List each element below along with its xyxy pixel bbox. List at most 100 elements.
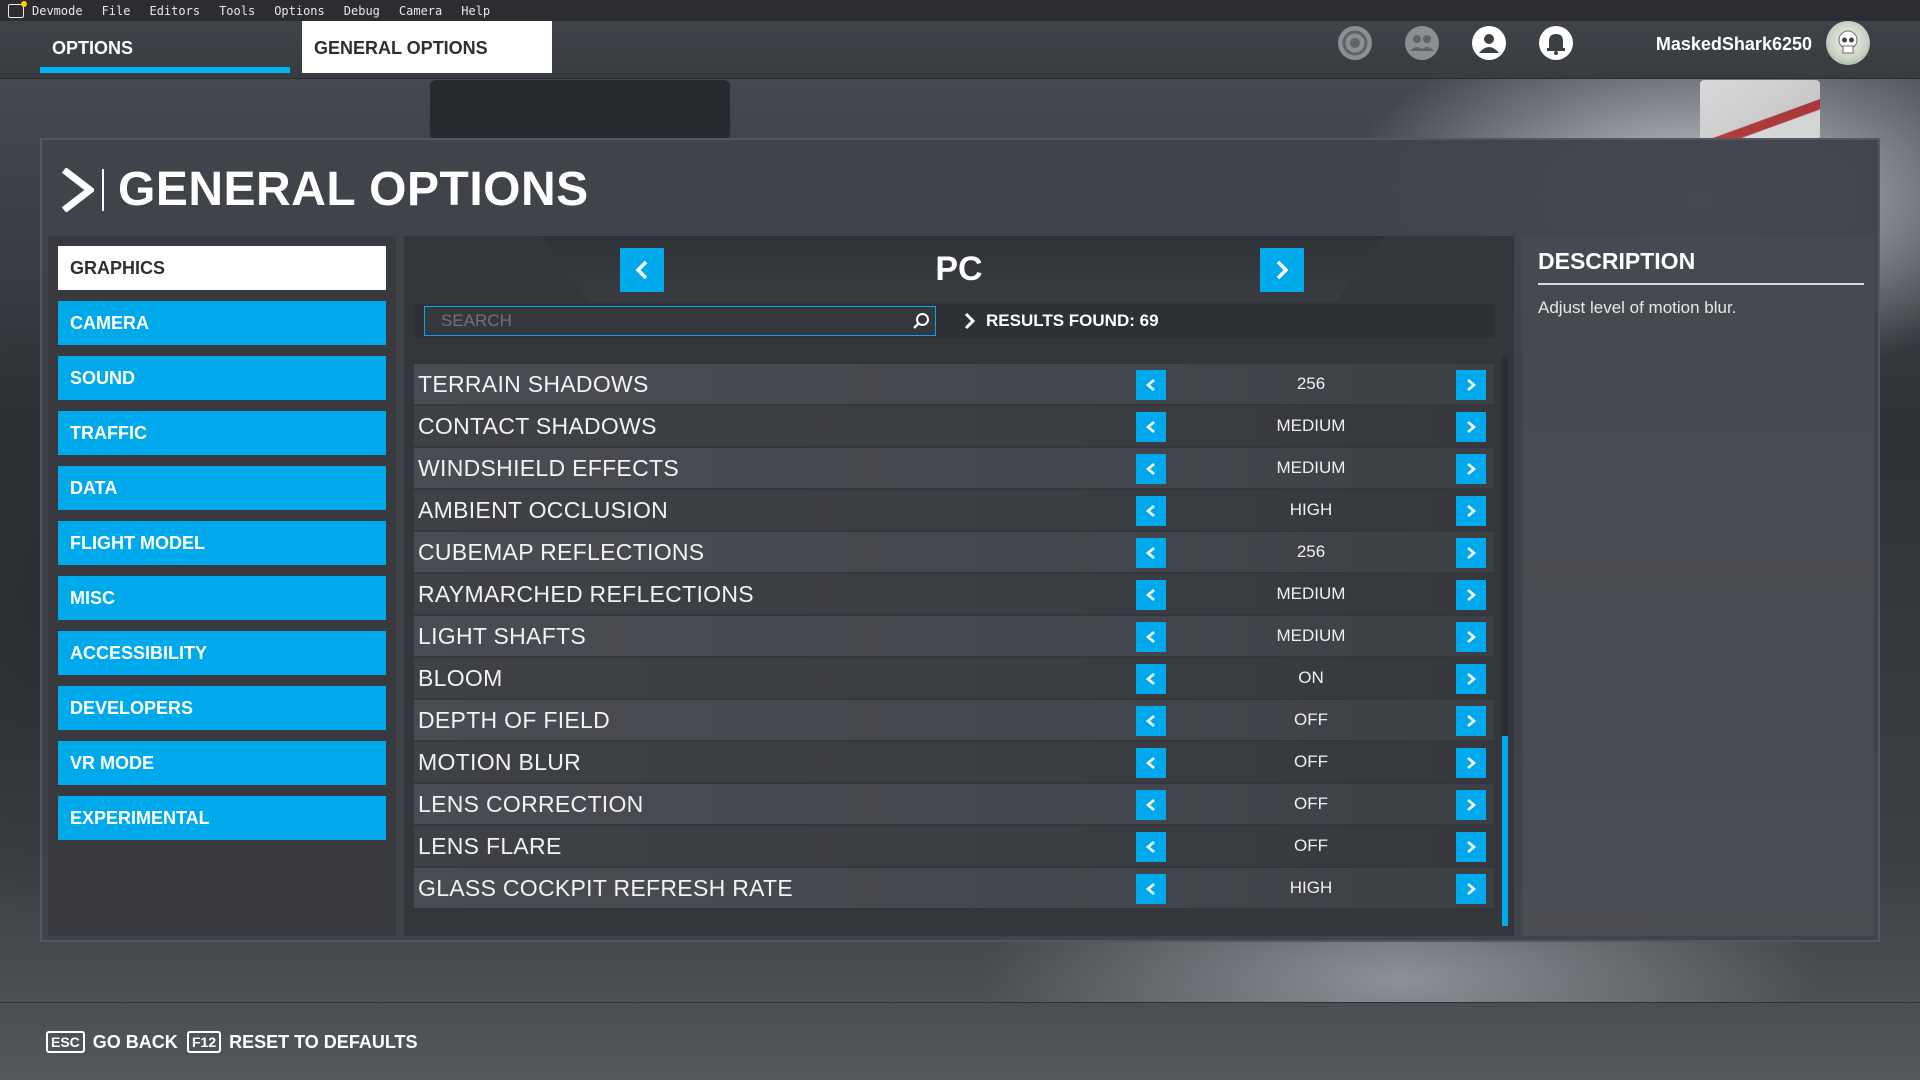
setting-label: BLOOM — [418, 665, 503, 691]
setting-decrease-button[interactable] — [1136, 496, 1166, 526]
setting-row[interactable]: TERRAIN SHADOWS 256 — [414, 364, 1494, 404]
setting-row[interactable]: MOTION BLUR OFF — [414, 742, 1494, 782]
reset-defaults-label: RESET TO DEFAULTS — [229, 1031, 418, 1052]
devmode-icon[interactable] — [8, 0, 27, 18]
setting-increase-button[interactable] — [1456, 622, 1486, 652]
chevron-right-icon — [1467, 505, 1477, 517]
setting-row[interactable]: LENS FLARE OFF — [414, 826, 1494, 866]
avatar[interactable] — [1826, 21, 1870, 65]
chevron-right-icon — [1467, 463, 1477, 475]
chevron-right-icon — [1467, 883, 1477, 895]
chevron-left-icon — [1145, 589, 1155, 601]
settings-scrollbar[interactable] — [1502, 356, 1508, 926]
search-row: RESULTS FOUND: 69 — [414, 304, 1494, 338]
results-count: RESULTS FOUND: 69 — [964, 304, 1159, 338]
menu-help[interactable]: Help — [461, 4, 490, 18]
sidebar-item-accessibility[interactable]: ACCESSIBILITY — [58, 631, 386, 675]
setting-increase-button[interactable] — [1456, 454, 1486, 484]
setting-row[interactable]: LIGHT SHAFTS MEDIUM — [414, 616, 1494, 656]
achievements-icon[interactable] — [1335, 23, 1375, 63]
sidebar-item-experimental[interactable]: EXPERIMENTAL — [58, 796, 386, 840]
setting-decrease-button[interactable] — [1136, 874, 1166, 904]
setting-decrease-button[interactable] — [1136, 706, 1166, 736]
setting-row[interactable]: LENS CORRECTION OFF — [414, 784, 1494, 824]
setting-increase-button[interactable] — [1456, 580, 1486, 610]
go-back-label: GO BACK — [92, 1031, 178, 1052]
title-divider — [102, 169, 104, 211]
sidebar-item-sound[interactable]: SOUND — [58, 356, 386, 400]
chevron-right-icon — [964, 312, 976, 330]
setting-increase-button[interactable] — [1456, 496, 1486, 526]
sidebar-item-data[interactable]: DATA — [58, 466, 386, 510]
sidebar-item-camera[interactable]: CAMERA — [58, 301, 386, 345]
setting-increase-button[interactable] — [1456, 664, 1486, 694]
chevron-left-icon — [1145, 799, 1155, 811]
chevron-right-icon — [1467, 631, 1477, 643]
setting-label: CONTACT SHADOWS — [418, 413, 657, 439]
setting-increase-button[interactable] — [1456, 832, 1486, 862]
chevron-right-icon — [1467, 421, 1477, 433]
chevron-left-icon — [1145, 379, 1155, 391]
chevron-right-icon — [1467, 715, 1477, 727]
setting-decrease-button[interactable] — [1136, 748, 1166, 778]
setting-value: 256 — [1296, 542, 1326, 561]
menu-options[interactable]: Options — [274, 4, 325, 18]
sidebar-item-graphics[interactable]: GRAPHICS — [58, 246, 386, 290]
menu-file[interactable]: File — [102, 4, 131, 18]
setting-decrease-button[interactable] — [1136, 832, 1166, 862]
tab-options[interactable]: OPTIONS — [40, 21, 290, 73]
username[interactable]: MaskedShark6250 — [1656, 31, 1812, 57]
sidebar-item-developers[interactable]: DEVELOPERS — [58, 686, 386, 730]
results-text: RESULTS FOUND: 69 — [986, 311, 1159, 330]
setting-increase-button[interactable] — [1456, 874, 1486, 904]
chevron-left-icon — [1145, 757, 1155, 769]
sidebar-item-traffic[interactable]: TRAFFIC — [58, 411, 386, 455]
notification-icon[interactable] — [1536, 23, 1576, 63]
sidebar-item-vr-mode[interactable]: VR MODE — [58, 741, 386, 785]
setting-row[interactable]: BLOOM ON — [414, 658, 1494, 698]
setting-decrease-button[interactable] — [1136, 622, 1166, 652]
setting-increase-button[interactable] — [1456, 706, 1486, 736]
setting-decrease-button[interactable] — [1136, 412, 1166, 442]
setting-increase-button[interactable] — [1456, 538, 1486, 568]
menu-devmode[interactable]: Devmode — [32, 4, 83, 18]
setting-decrease-button[interactable] — [1136, 370, 1166, 400]
tab-general-options[interactable]: GENERAL OPTIONS — [302, 21, 552, 73]
setting-decrease-button[interactable] — [1136, 664, 1166, 694]
sidebar-item-flight-model[interactable]: FLIGHT MODEL — [58, 521, 386, 565]
sidebar-item-misc[interactable]: MISC — [58, 576, 386, 620]
setting-increase-button[interactable] — [1456, 748, 1486, 778]
menu-camera[interactable]: Camera — [399, 4, 442, 18]
setting-decrease-button[interactable] — [1136, 790, 1166, 820]
setting-row[interactable]: GLASS COCKPIT REFRESH RATE HIGH — [414, 868, 1494, 908]
platform-next-button[interactable] — [1260, 248, 1304, 292]
friends-icon[interactable] — [1402, 23, 1442, 63]
setting-row[interactable]: AMBIENT OCCLUSION HIGH — [414, 490, 1494, 530]
go-back-button[interactable]: ESC GO BACK — [46, 1031, 178, 1053]
setting-decrease-button[interactable] — [1136, 454, 1166, 484]
setting-value: HIGH — [1289, 500, 1333, 519]
setting-value: OFF — [1294, 710, 1328, 729]
chevron-left-icon — [1145, 631, 1155, 643]
setting-row[interactable]: WINDSHIELD EFFECTS MEDIUM — [414, 448, 1494, 488]
setting-label: LIGHT SHAFTS — [418, 623, 587, 649]
menu-editors[interactable]: Editors — [149, 4, 200, 18]
setting-row[interactable]: RAYMARCHED REFLECTIONS MEDIUM — [414, 574, 1494, 614]
chevron-left-icon — [1145, 547, 1155, 559]
setting-decrease-button[interactable] — [1136, 580, 1166, 610]
dev-menubar: Devmode File Editors Tools Options Debug… — [0, 0, 1920, 21]
reset-defaults-button[interactable]: F12 RESET TO DEFAULTS — [187, 1031, 417, 1053]
scroll-thumb[interactable] — [1502, 736, 1508, 926]
setting-row[interactable]: CUBEMAP REFLECTIONS 256 — [414, 532, 1494, 572]
search-icon[interactable] — [912, 312, 930, 330]
setting-increase-button[interactable] — [1456, 412, 1486, 442]
setting-decrease-button[interactable] — [1136, 538, 1166, 568]
menu-tools[interactable]: Tools — [219, 4, 255, 18]
setting-row[interactable]: CONTACT SHADOWS MEDIUM — [414, 406, 1494, 446]
setting-row[interactable]: DEPTH OF FIELD OFF — [414, 700, 1494, 740]
search-input[interactable] — [424, 306, 936, 336]
profile-icon[interactable] — [1469, 23, 1509, 63]
setting-increase-button[interactable] — [1456, 790, 1486, 820]
setting-increase-button[interactable] — [1456, 370, 1486, 400]
menu-debug[interactable]: Debug — [344, 4, 380, 18]
